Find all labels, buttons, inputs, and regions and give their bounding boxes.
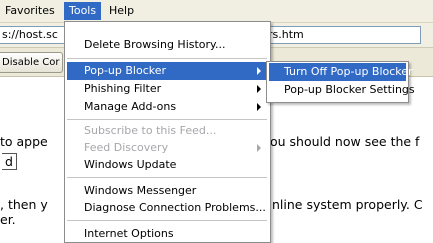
content-line1-left: to appe <box>0 134 48 149</box>
address-text-right: rs.htm <box>268 28 304 41</box>
menu-favorites[interactable]: Favorites <box>0 2 60 20</box>
menu-help[interactable]: Help <box>104 2 139 20</box>
menu-item-label: Phishing Filter <box>84 82 162 95</box>
menu-item-label: Pop-up Blocker <box>84 64 167 77</box>
menu-item-phishing-filter[interactable]: Phishing Filter <box>67 80 267 98</box>
submenu-arrow-icon <box>257 67 261 75</box>
popup-blocker-submenu: Turn Off Pop-up Blocker Pop-up Blocker S… <box>266 61 415 103</box>
content-line2-right: nline system properly. C <box>272 197 423 212</box>
menu-tools[interactable]: Tools <box>64 2 102 20</box>
address-text-left: s://host.sc <box>2 28 58 41</box>
submenu-arrow-icon <box>257 144 261 152</box>
submenu-arrow-icon <box>257 85 261 93</box>
disable-button[interactable]: Disable Cor <box>0 52 63 73</box>
menu-item-popup-blocker[interactable]: Pop-up Blocker <box>67 62 267 80</box>
submenu-item-turn-off-popup-blocker[interactable]: Turn Off Pop-up Blocker <box>269 63 413 81</box>
menu-separator <box>67 177 267 178</box>
menu-bar: Favorites Tools Help <box>0 0 433 23</box>
menu-item-label: Feed Discovery <box>84 141 169 154</box>
menu-item-windows-messenger[interactable]: Windows Messenger <box>67 182 267 200</box>
menu-item-diagnose-connection[interactable]: Diagnose Connection Problems... <box>67 199 267 217</box>
menu-item-internet-options[interactable]: Internet Options <box>67 225 267 243</box>
menu-separator <box>67 119 267 120</box>
menu-item-feed-discovery: Feed Discovery <box>67 139 267 157</box>
menu-separator <box>67 58 267 59</box>
content-line2-left: , then y <box>0 197 48 212</box>
menu-item-manage-add-ons[interactable]: Manage Add-ons <box>67 98 267 116</box>
menu-separator <box>67 220 267 221</box>
menu-item-subscribe-feed: Subscribe to this Feed... <box>84 124 217 137</box>
content-line3: er. <box>0 212 16 227</box>
menu-item-windows-update[interactable]: Windows Update <box>67 156 267 174</box>
content-line1-right: ou should now see the f <box>270 134 420 149</box>
tools-menu: Delete Browsing History... Pop-up Blocke… <box>64 21 271 243</box>
submenu-arrow-icon <box>257 103 261 111</box>
content-boxed-button[interactable]: d <box>2 153 17 170</box>
menu-item-delete-browsing-history[interactable]: Delete Browsing History... <box>67 36 267 54</box>
menu-item-label: Manage Add-ons <box>84 100 177 113</box>
submenu-item-popup-blocker-settings[interactable]: Pop-up Blocker Settings <box>269 81 415 99</box>
